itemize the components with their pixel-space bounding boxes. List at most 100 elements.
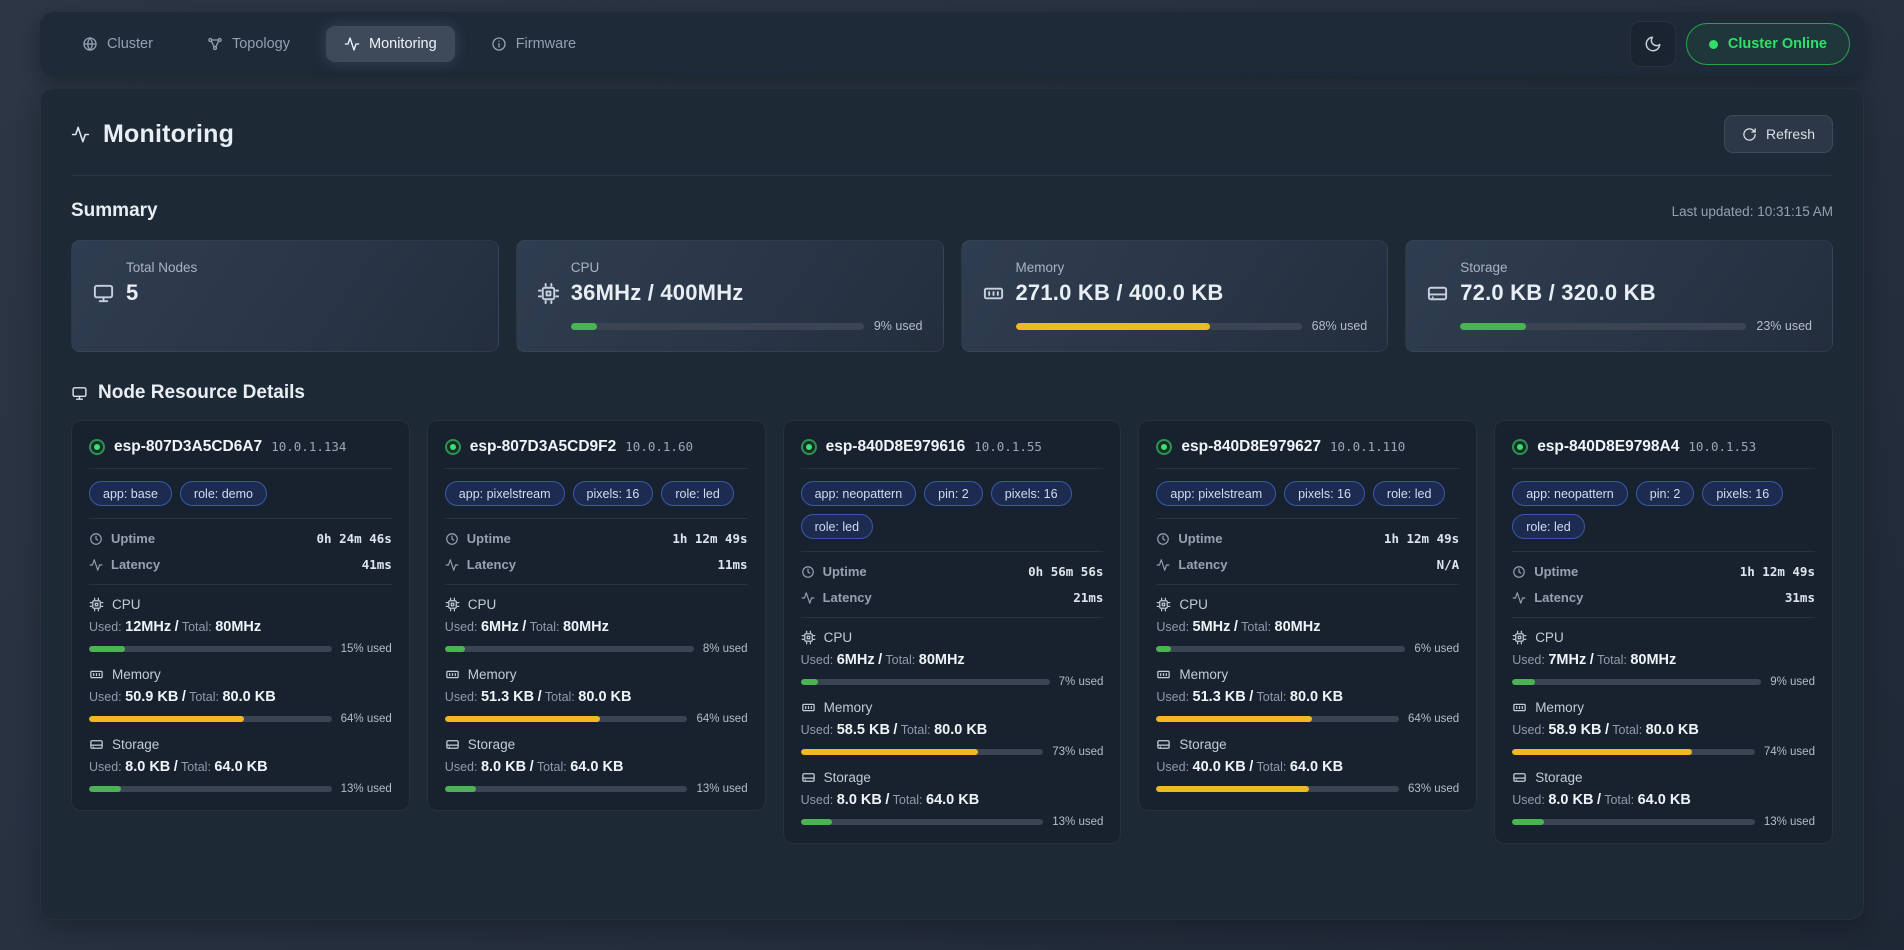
node-grid: esp-807D3A5CD6A7 10.0.1.134 app: baserol…: [71, 420, 1833, 844]
memory-used-line: Used: 58.5 KB / Total: 80.0 KB: [801, 722, 1104, 738]
storage-percent-label: 13% used: [1764, 816, 1815, 828]
divider: [1156, 584, 1459, 585]
storage-percent-label: 13% used: [341, 783, 392, 795]
clock-icon: [445, 532, 459, 546]
network-icon: [207, 36, 223, 52]
tab-firmware[interactable]: Firmware: [473, 26, 594, 62]
uptime-label: Uptime: [1534, 564, 1578, 579]
node-section-heading: Node Resource Details: [98, 382, 305, 404]
cpu-percent-label: 9% used: [874, 319, 923, 333]
cpu-meter: 15% used: [89, 643, 392, 655]
cpu-icon: [89, 597, 104, 612]
cpu-used-line: Used: 6MHz / Total: 80MHz: [445, 619, 748, 635]
storage-percent-label: 13% used: [1052, 816, 1103, 828]
divider: [89, 468, 392, 469]
activity-icon: [1156, 558, 1170, 572]
latency-label: Latency: [1178, 557, 1227, 572]
latency-value: 21ms: [1073, 590, 1103, 605]
divider: [1156, 518, 1459, 519]
node-card[interactable]: esp-807D3A5CD6A7 10.0.1.134 app: baserol…: [71, 420, 410, 811]
node-card[interactable]: esp-840D8E979616 10.0.1.55 app: neopatte…: [783, 420, 1122, 844]
storage-label: Storage: [468, 737, 515, 752]
memory-icon: [445, 667, 460, 682]
node-tag: pin: 2: [1636, 481, 1695, 506]
storage-label: Storage: [1179, 737, 1226, 752]
activity-icon: [89, 558, 103, 572]
storage-meter: 13% used: [1512, 816, 1815, 828]
cpu-percent-label: 15% used: [341, 643, 392, 655]
memory-icon: [1156, 667, 1171, 682]
memory-meter: 64% used: [1156, 713, 1459, 725]
latency-label: Latency: [467, 557, 516, 572]
monitor-icon: [92, 282, 115, 305]
memory-block: Memory Used: 58.5 KB / Total: 80.0 KB 73…: [801, 700, 1104, 758]
hard-drive-icon: [445, 737, 460, 752]
refresh-button[interactable]: Refresh: [1724, 115, 1833, 153]
uptime-value: 1h 12m 49s: [672, 531, 747, 546]
storage-percent-label: 23% used: [1756, 319, 1812, 333]
node-tag: pixels: 16: [991, 481, 1072, 506]
divider: [1512, 468, 1815, 469]
node-card[interactable]: esp-807D3A5CD9F2 10.0.1.60 app: pixelstr…: [427, 420, 766, 811]
memory-block: Memory Used: 51.3 KB / Total: 80.0 KB 64…: [1156, 667, 1459, 725]
card-label: CPU: [571, 260, 923, 275]
uptime-label: Uptime: [111, 531, 155, 546]
cpu-label: CPU: [112, 597, 141, 612]
memory-icon: [801, 700, 816, 715]
node-section-header: Node Resource Details: [71, 382, 1833, 404]
activity-icon: [445, 558, 459, 572]
node-tag: role: demo: [180, 481, 267, 506]
latency-label: Latency: [111, 557, 160, 572]
clock-icon: [1156, 532, 1170, 546]
node-tag: app: pixelstream: [445, 481, 565, 506]
node-name: esp-840D8E9798A4: [1537, 438, 1679, 456]
tab-monitoring[interactable]: Monitoring: [326, 26, 455, 62]
hard-drive-icon: [1156, 737, 1171, 752]
tab-topology[interactable]: Topology: [189, 26, 308, 62]
cluster-status-badge[interactable]: Cluster Online: [1686, 23, 1850, 65]
node-tags: app: pixelstream pixels: 16 role: led: [445, 481, 748, 506]
latency-value: 11ms: [717, 557, 747, 572]
latency-value: N/A: [1437, 557, 1460, 572]
divider: [1156, 468, 1459, 469]
globe-icon: [82, 36, 98, 52]
node-header: esp-807D3A5CD6A7 10.0.1.134: [89, 438, 392, 456]
clock-icon: [801, 565, 815, 579]
cpu-meter: 9% used: [571, 319, 923, 333]
tab-cluster[interactable]: Cluster: [64, 26, 171, 62]
node-ip: 10.0.1.55: [974, 439, 1042, 454]
node-tag: role: led: [661, 481, 733, 506]
hard-drive-icon: [89, 737, 104, 752]
cpu-icon: [537, 282, 560, 305]
node-ip: 10.0.1.60: [625, 439, 693, 454]
uptime-value: 1h 12m 49s: [1740, 564, 1815, 579]
storage-block: Storage Used: 8.0 KB / Total: 64.0 KB 13…: [1512, 770, 1815, 828]
refresh-icon: [1742, 127, 1757, 142]
summary-header: Summary Last updated: 10:31:15 AM: [71, 200, 1833, 222]
node-tag: app: pixelstream: [1156, 481, 1276, 506]
cpu-label: CPU: [468, 597, 497, 612]
node-online-dot-icon: [1512, 439, 1528, 455]
cpu-used-line: Used: 7MHz / Total: 80MHz: [1512, 652, 1815, 668]
storage-block: Storage Used: 40.0 KB / Total: 64.0 KB 6…: [1156, 737, 1459, 795]
hard-drive-icon: [1512, 770, 1527, 785]
memory-meter: 74% used: [1512, 746, 1815, 758]
cpu-icon: [1156, 597, 1171, 612]
clock-icon: [89, 532, 103, 546]
memory-percent-label: 74% used: [1764, 746, 1815, 758]
node-card[interactable]: esp-840D8E9798A4 10.0.1.53 app: neopatte…: [1494, 420, 1833, 844]
summary-card-memory: Memory 271.0 KB / 400.0 KB 68% used: [961, 240, 1389, 352]
storage-meter: 13% used: [89, 783, 392, 795]
memory-label: Memory: [1179, 667, 1228, 682]
node-tag: pixels: 16: [573, 481, 654, 506]
node-online-dot-icon: [89, 439, 105, 455]
theme-toggle-button[interactable]: [1630, 21, 1676, 67]
tab-label: Monitoring: [369, 36, 437, 52]
divider: [1512, 617, 1815, 618]
cpu-label: CPU: [1535, 630, 1564, 645]
node-card[interactable]: esp-840D8E979627 10.0.1.110 app: pixelst…: [1138, 420, 1477, 811]
storage-block: Storage Used: 8.0 KB / Total: 64.0 KB 13…: [445, 737, 748, 795]
storage-used-line: Used: 8.0 KB / Total: 64.0 KB: [1512, 792, 1815, 808]
memory-label: Memory: [468, 667, 517, 682]
memory-used-line: Used: 50.9 KB / Total: 80.0 KB: [89, 689, 392, 705]
